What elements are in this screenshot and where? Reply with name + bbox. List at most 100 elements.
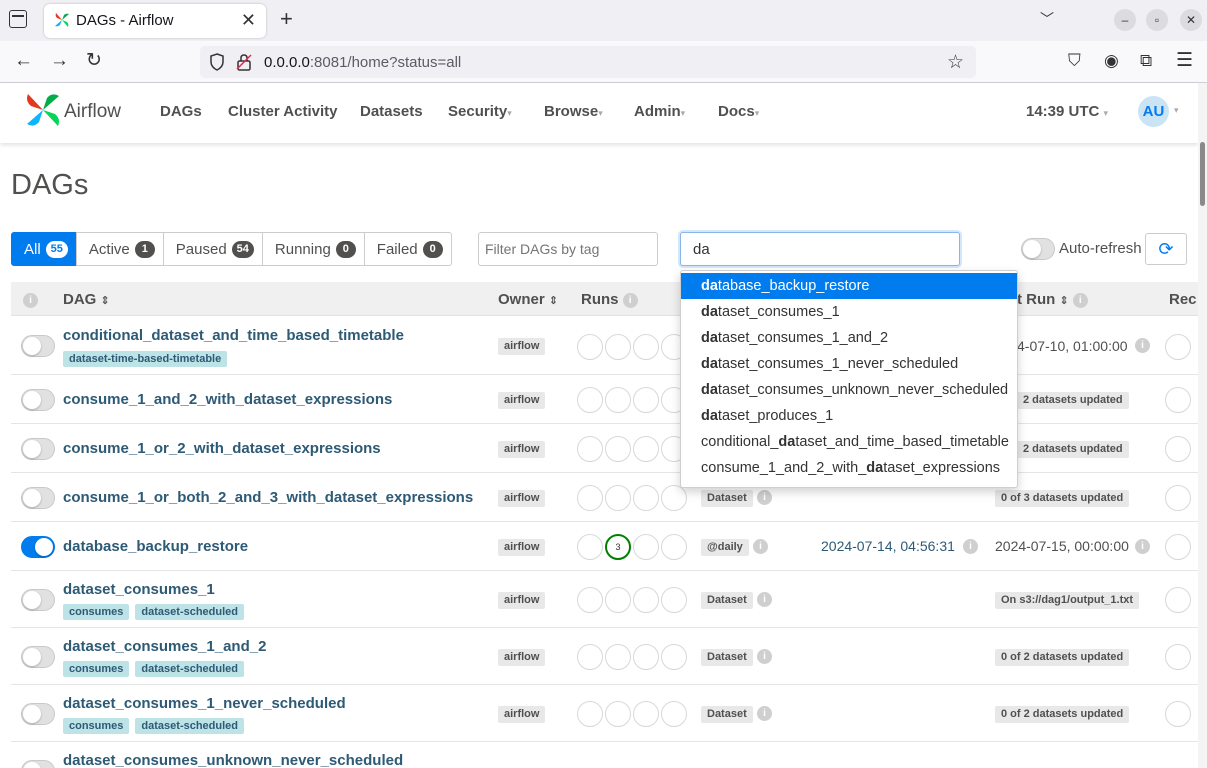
schedule-pill[interactable]: Dataset: [701, 649, 753, 666]
autocomplete-option[interactable]: dataset_consumes_unknown_never_scheduled: [681, 377, 1017, 403]
close-window-icon[interactable]: ✕: [1180, 9, 1202, 31]
nav-docs[interactable]: Docs▾: [718, 103, 759, 120]
run-status-circle[interactable]: [633, 587, 659, 613]
browser-tab[interactable]: DAGs - Airflow ✕: [44, 4, 266, 38]
run-status-circle[interactable]: [633, 436, 659, 462]
filter-running[interactable]: Running 0: [261, 232, 365, 266]
run-status-circle[interactable]: [605, 644, 631, 670]
dag-link[interactable]: dataset_consumes_unknown_never_scheduled: [63, 752, 403, 768]
airflow-logo-icon[interactable]: [25, 92, 61, 128]
column-owner[interactable]: Owner ⇕: [498, 291, 558, 308]
user-avatar[interactable]: AU: [1138, 96, 1169, 127]
owner-pill[interactable]: airflow: [498, 592, 546, 609]
last-run-date[interactable]: 2024-07-14, 04:56:31: [821, 538, 955, 554]
menu-hamburger-icon[interactable]: ☰: [1176, 50, 1193, 72]
dag-pause-toggle[interactable]: [21, 438, 55, 460]
dag-pause-toggle[interactable]: [21, 487, 55, 509]
recent-task-circle[interactable]: [1165, 644, 1191, 670]
refresh-button[interactable]: ⟳: [1145, 233, 1187, 265]
dataset-status-pill[interactable]: 0 of 2 datasets updated: [995, 706, 1130, 723]
run-status-circle[interactable]: [577, 587, 603, 613]
recent-task-circle[interactable]: [1165, 436, 1191, 462]
owner-pill[interactable]: airflow: [498, 441, 546, 458]
owner-pill[interactable]: airflow: [498, 338, 546, 355]
dag-pause-toggle[interactable]: [21, 389, 55, 411]
dag-tag[interactable]: consumes: [63, 718, 130, 734]
dag-link[interactable]: conditional_dataset_and_time_based_timet…: [63, 327, 404, 344]
run-status-circle[interactable]: [661, 534, 687, 560]
nav-admin[interactable]: Admin▾: [634, 103, 685, 120]
nav-dags[interactable]: DAGs: [160, 103, 202, 120]
run-status-circle[interactable]: [577, 485, 603, 511]
dag-link[interactable]: consume_1_and_2_with_dataset_expressions: [63, 391, 392, 408]
run-status-circle[interactable]: [577, 436, 603, 462]
run-status-circle[interactable]: [577, 701, 603, 727]
dag-pause-toggle[interactable]: [21, 760, 55, 768]
page-scrollbar-thumb[interactable]: [1200, 142, 1205, 206]
close-tab-icon[interactable]: ✕: [241, 10, 256, 31]
dag-link[interactable]: consume_1_or_both_2_and_3_with_dataset_e…: [63, 489, 473, 506]
dag-link[interactable]: consume_1_or_2_with_dataset_expressions: [63, 440, 381, 457]
dag-link[interactable]: dataset_consumes_1_and_2: [63, 638, 266, 655]
recent-task-circle[interactable]: [1165, 334, 1191, 360]
bookmark-star-icon[interactable]: ☆: [947, 51, 964, 74]
column-dag[interactable]: DAG ⇕: [63, 291, 110, 308]
nav-datasets[interactable]: Datasets: [360, 103, 423, 120]
nav-security[interactable]: Security▾: [448, 103, 512, 120]
filter-all[interactable]: All 55: [11, 232, 77, 266]
dataset-status-pill[interactable]: 2 datasets updated: [1017, 441, 1129, 458]
filter-active[interactable]: Active 1: [75, 232, 164, 266]
run-status-circle[interactable]: [661, 485, 687, 511]
run-status-circle[interactable]: [605, 485, 631, 511]
dataset-status-pill[interactable]: 2 datasets updated: [1017, 392, 1129, 409]
nav-cluster-activity[interactable]: Cluster Activity: [228, 103, 337, 120]
reload-icon[interactable]: ↻: [86, 50, 102, 72]
nav-browse[interactable]: Browse▾: [544, 103, 603, 120]
run-status-circle[interactable]: [661, 644, 687, 670]
back-arrow-icon[interactable]: ←: [14, 50, 33, 72]
airflow-brand[interactable]: Airflow: [64, 101, 121, 123]
run-status-circle[interactable]: [633, 701, 659, 727]
dag-search-input[interactable]: [680, 232, 960, 266]
schedule-pill[interactable]: Dataset: [701, 706, 753, 723]
dag-link[interactable]: dataset_consumes_1: [63, 581, 215, 598]
run-status-circle[interactable]: [661, 701, 687, 727]
dag-pause-toggle[interactable]: [21, 646, 55, 668]
owner-pill[interactable]: airflow: [498, 649, 546, 666]
run-status-circle[interactable]: [577, 334, 603, 360]
run-status-circle[interactable]: [661, 587, 687, 613]
recent-task-circle[interactable]: [1165, 387, 1191, 413]
run-status-circle[interactable]: [605, 701, 631, 727]
tag-filter-input[interactable]: [478, 232, 658, 266]
recent-task-circle[interactable]: [1165, 587, 1191, 613]
schedule-pill[interactable]: Dataset: [701, 490, 753, 507]
dag-tag[interactable]: dataset-scheduled: [135, 604, 245, 620]
forward-arrow-icon[interactable]: →: [50, 50, 69, 72]
run-status-circle[interactable]: [605, 436, 631, 462]
filter-failed[interactable]: Failed 0: [363, 232, 452, 266]
dag-tag[interactable]: dataset-scheduled: [135, 661, 245, 677]
tab-list-icon[interactable]: [9, 10, 27, 28]
autocomplete-option[interactable]: database_backup_restore: [681, 273, 1017, 299]
run-status-circle[interactable]: [605, 587, 631, 613]
dag-tag[interactable]: consumes: [63, 604, 130, 620]
run-status-circle-success[interactable]: 3: [605, 534, 631, 560]
dataset-status-pill[interactable]: 0 of 3 datasets updated: [995, 490, 1130, 507]
auto-refresh-toggle[interactable]: [1021, 238, 1055, 260]
autocomplete-option[interactable]: consume_1_and_2_with_dataset_expressions: [681, 455, 1017, 481]
dataset-status-pill[interactable]: On s3://dag1/output_1.txt: [995, 592, 1140, 609]
account-icon[interactable]: ◉: [1104, 50, 1119, 72]
run-status-circle[interactable]: [577, 644, 603, 670]
schedule-pill[interactable]: @daily: [701, 539, 749, 556]
dag-link[interactable]: database_backup_restore: [63, 538, 248, 555]
autocomplete-option[interactable]: conditional_dataset_and_time_based_timet…: [681, 429, 1017, 455]
autocomplete-option[interactable]: dataset_consumes_1_never_scheduled: [681, 351, 1017, 377]
owner-pill[interactable]: airflow: [498, 490, 546, 507]
new-tab-icon[interactable]: +: [280, 6, 293, 32]
run-status-circle[interactable]: [605, 334, 631, 360]
owner-pill[interactable]: airflow: [498, 706, 546, 723]
extensions-icon[interactable]: ⧉: [1140, 50, 1152, 72]
dag-pause-toggle[interactable]: [21, 589, 55, 611]
chevron-down-icon[interactable]: ﹀: [1040, 9, 1054, 29]
dag-pause-toggle[interactable]: [21, 536, 55, 558]
